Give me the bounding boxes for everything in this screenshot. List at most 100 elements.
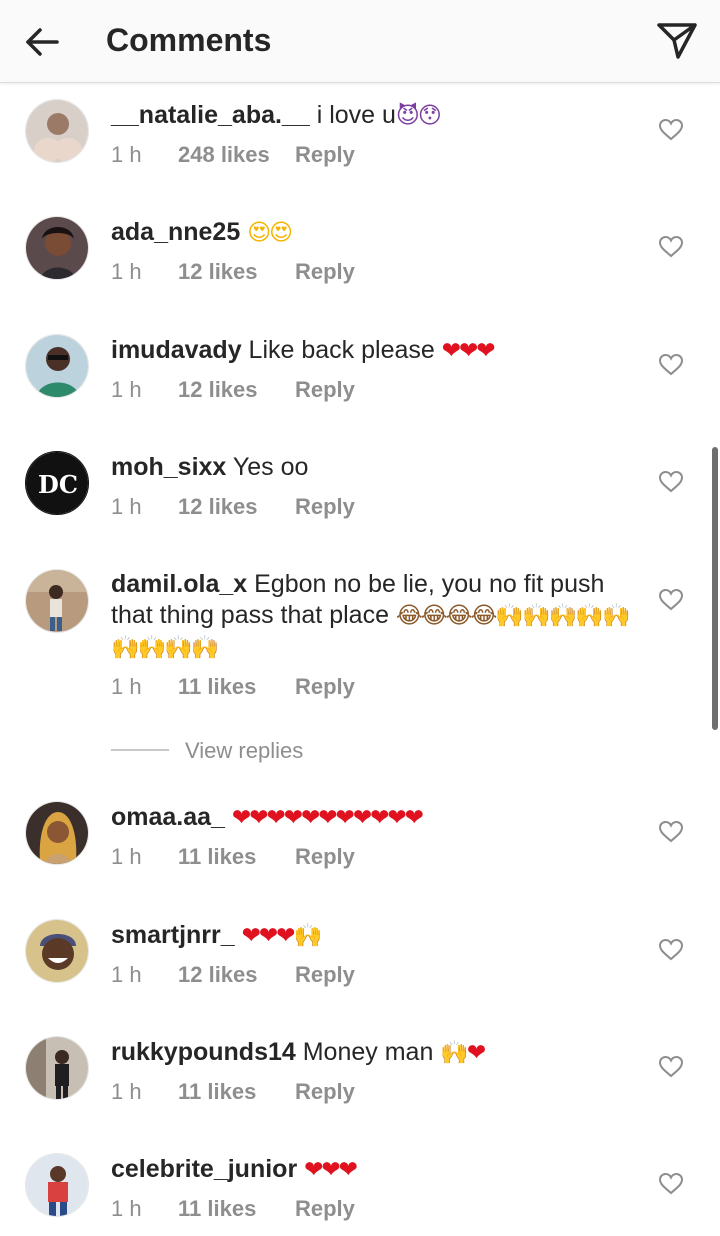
comment-body: Money man: [295, 1038, 441, 1066]
heart-icon[interactable]: [658, 1055, 684, 1079]
comment-emoji: ❤❤❤: [304, 1157, 358, 1183]
comment-username[interactable]: omaa.aa_: [111, 803, 225, 831]
svg-text:DC: DC: [38, 470, 78, 499]
reply-button[interactable]: Reply: [295, 843, 355, 871]
heart-icon[interactable]: [658, 588, 684, 612]
comment-likes[interactable]: 11 likes: [178, 1195, 295, 1223]
comment-emoji: ❤❤❤🙌: [241, 923, 322, 949]
comment-likes[interactable]: 11 likes: [178, 1078, 295, 1106]
comment-time: 1 h: [111, 377, 142, 402]
comment-row: celebrite_junior ❤❤❤ 1 h 11 likes Reply: [0, 1152, 720, 1236]
comment-username[interactable]: ada_nne25: [111, 218, 240, 246]
comment-meta: 1 h 12 likes Reply: [111, 258, 355, 286]
comment-row: damil.ola_x Egbon no be lie, you no fit …: [0, 568, 720, 708]
heart-icon[interactable]: [658, 470, 684, 494]
scrollbar[interactable]: [712, 447, 718, 730]
comment-meta: 1 h 12 likes Reply: [111, 493, 355, 521]
comment-emoji: 🙌❤: [440, 1040, 486, 1066]
avatar[interactable]: [25, 334, 89, 398]
comment-time: 1 h: [111, 494, 142, 519]
reply-button[interactable]: Reply: [295, 258, 355, 286]
comment-username[interactable]: moh_sixx: [111, 453, 226, 481]
reply-button[interactable]: Reply: [295, 376, 355, 404]
heart-icon[interactable]: [658, 938, 684, 962]
comment-text: celebrite_junior ❤❤❤: [111, 1154, 631, 1186]
avatar[interactable]: [25, 216, 89, 280]
comment-body: Like back please: [241, 336, 442, 364]
comment-time: 1 h: [111, 674, 142, 699]
comment-emoji: 😍😍: [247, 220, 293, 246]
comment-meta: 1 h 11 likes Reply: [111, 673, 355, 701]
avatar[interactable]: [25, 919, 89, 983]
comment-body: [235, 921, 242, 949]
comment-likes[interactable]: 12 likes: [178, 258, 295, 286]
comment-row: rukkypounds14 Money man 🙌❤ 1 h 11 likes Re…: [0, 1035, 720, 1127]
comment-username[interactable]: smartjnrr_: [111, 921, 235, 949]
reply-button[interactable]: Reply: [295, 493, 355, 521]
page-title: Comments: [106, 22, 272, 58]
comment-meta: 1 h 11 likes Reply: [111, 1195, 355, 1223]
comment-body: Yes oo: [226, 453, 309, 481]
comment-row: __natalie_aba.__ i love u😈😯 1 h 248 likes…: [0, 98, 720, 190]
comment-text: __natalie_aba.__ i love u😈😯: [111, 100, 631, 132]
comment-meta: 1 h 11 likes Reply: [111, 843, 355, 871]
comment-meta: 1 h 11 likes Reply: [111, 1078, 355, 1106]
reply-button[interactable]: Reply: [295, 1078, 355, 1106]
heart-icon[interactable]: [658, 353, 684, 377]
comment-text: moh_sixx Yes oo: [111, 452, 631, 483]
comment-time: 1 h: [111, 142, 142, 167]
comment-text: ada_nne25 😍😍: [111, 217, 631, 249]
comment-text: imudavady Like back please ❤❤❤: [111, 335, 631, 367]
back-arrow-icon[interactable]: [22, 22, 62, 62]
heart-icon[interactable]: [658, 235, 684, 259]
heart-icon[interactable]: [658, 118, 684, 142]
comment-body: [225, 803, 232, 831]
send-icon[interactable]: [654, 20, 700, 62]
comment-time: 1 h: [111, 844, 142, 869]
comment-username[interactable]: __natalie_aba.__: [111, 101, 310, 129]
comment-meta: 1 h 12 likes Reply: [111, 376, 355, 404]
comment-likes[interactable]: 12 likes: [178, 493, 295, 521]
comment-username[interactable]: imudavady: [111, 336, 242, 364]
view-replies-label: View replies: [185, 738, 304, 763]
comment-text: smartjnrr_ ❤❤❤🙌: [111, 920, 631, 952]
comment-likes[interactable]: 12 likes: [178, 376, 295, 404]
divider: [111, 749, 169, 751]
comment-time: 1 h: [111, 1196, 142, 1221]
reply-button[interactable]: Reply: [295, 141, 355, 169]
comment-likes[interactable]: 11 likes: [178, 843, 295, 871]
reply-button[interactable]: Reply: [295, 1195, 355, 1223]
comment-meta: 1 h 12 likes Reply: [111, 961, 355, 989]
comment-row: omaa.aa_ ❤❤❤❤❤❤❤❤❤❤❤ 1 h 11 likes Reply: [0, 800, 720, 892]
comment-emoji: 😈😯: [395, 103, 442, 129]
comment-username[interactable]: rukkypounds14: [111, 1038, 296, 1066]
reply-button[interactable]: Reply: [295, 673, 355, 701]
avatar[interactable]: [25, 99, 89, 163]
avatar[interactable]: [25, 1036, 89, 1100]
avatar[interactable]: [25, 1153, 89, 1217]
comment-text: rukkypounds14 Money man 🙌❤: [111, 1037, 631, 1069]
comment-body: i love u: [309, 101, 396, 129]
comment-text: damil.ola_x Egbon no be lie, you no fit …: [111, 569, 631, 664]
top-bar: Comments: [0, 0, 720, 83]
comment-username[interactable]: damil.ola_x: [111, 570, 247, 598]
heart-icon[interactable]: [658, 1172, 684, 1196]
avatar[interactable]: [25, 801, 89, 865]
comment-likes[interactable]: 11 likes: [178, 673, 295, 701]
reply-button[interactable]: Reply: [295, 961, 355, 989]
comment-likes[interactable]: 248 likes: [178, 141, 295, 169]
heart-icon[interactable]: [658, 820, 684, 844]
comment-likes[interactable]: 12 likes: [178, 961, 295, 989]
avatar[interactable]: DC: [25, 451, 89, 515]
comment-time: 1 h: [111, 962, 142, 987]
comment-time: 1 h: [111, 259, 142, 284]
comment-emoji: ❤❤❤: [441, 338, 496, 364]
comment-time: 1 h: [111, 1079, 142, 1104]
avatar[interactable]: [25, 569, 89, 633]
comment-row: DC moh_sixx Yes oo 1 h 12 likes Reply: [0, 450, 720, 542]
comment-row: smartjnrr_ ❤❤❤🙌 1 h 12 likes Reply: [0, 918, 720, 1010]
comment-row: imudavady Like back please ❤❤❤ 1 h 12 lik…: [0, 333, 720, 425]
comment-username[interactable]: celebrite_junior: [111, 1155, 297, 1183]
comment-row: ada_nne25 😍😍 1 h 12 likes Reply: [0, 215, 720, 307]
comment-text: omaa.aa_ ❤❤❤❤❤❤❤❤❤❤❤: [111, 802, 631, 834]
